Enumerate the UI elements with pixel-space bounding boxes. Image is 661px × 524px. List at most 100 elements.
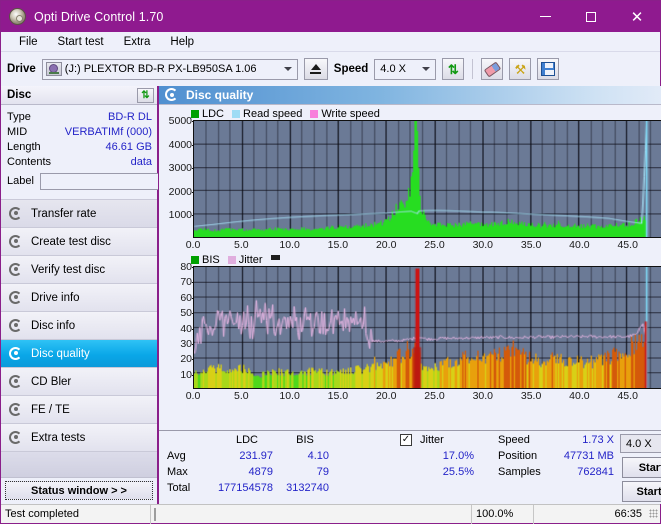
sidebar-item-label: Create test disc [31,235,111,248]
disc-label-key: Label [7,175,34,187]
x-tick-label: 25.0 [424,239,445,251]
chart2-plot[interactable] [193,266,661,389]
disc-refresh-button[interactable]: ⇅ [137,87,154,103]
sidebar-item-cd-bler[interactable]: CD Bler [1,368,157,396]
speed-select[interactable]: 4.0 X [374,58,437,80]
start-full-button[interactable]: Start full [622,457,661,478]
speed-label: Speed [333,63,369,75]
sidebar: Disc ⇅ Type BD-R DL MID VERBATIMf (000) … [1,86,241,504]
y-tick-label: 60 [180,291,196,304]
chart1-legend: LDC Read speed Write speed [161,107,661,120]
save-icon [541,62,556,76]
test-speed-select[interactable]: 4.0 X [620,434,661,453]
x-tick-label: 10.0 [279,390,300,402]
maximize-button[interactable] [568,1,614,32]
jitter-checkbox[interactable]: ✓ [400,433,412,446]
start-part-button[interactable]: Start part [622,481,661,502]
chart1-plot[interactable] [193,120,661,238]
stats-bis-avg: 4.10 [307,450,329,462]
status-text: Test completed [1,504,151,524]
disc-create-icon [9,234,23,249]
disc-panel-header: Disc ⇅ [1,86,157,105]
x-tick-label: 5.0 [233,239,249,251]
legend-label-read-speed: Read speed [243,107,303,120]
disc-row-type-value: BD-R DL [107,110,152,123]
y-tick-label: 3000 [168,162,197,175]
menu-start-test[interactable]: Start test [48,36,114,48]
x-tick-label: 15.0 [327,239,349,251]
close-button[interactable]: ✕ [614,1,660,32]
progress-cell [151,504,472,524]
window-controls: ✕ [522,1,660,32]
stats-ldc-max: 4879 [248,466,273,478]
samples-value: 762841 [577,466,614,478]
refresh-icon: ⇅ [447,61,459,77]
disc-row-type-key: Type [7,110,31,123]
eject-icon [310,64,321,71]
start-full-label: Start full [638,461,661,474]
legend-item-bis: BIS [191,254,220,266]
legend-swatch-jitter [227,255,236,264]
sidebar-item-verify-test-disc[interactable]: Verify test disc [1,256,157,284]
x-tick-label: 45.0 [617,239,638,251]
menu-file[interactable]: File [9,36,48,48]
disc-panel-title: Disc [7,89,32,101]
cd-bler-icon [9,374,23,389]
disc-row-mid: MID VERBATIMf (000) [7,124,152,139]
sidebar-item-extra-tests[interactable]: Extra tests [1,424,157,452]
page-title: Disc quality [186,88,254,102]
sidebar-item-drive-info[interactable]: Drive info [1,284,157,312]
sidebar-item-create-test-disc[interactable]: Create test disc [1,228,157,256]
erase-button[interactable] [481,58,504,80]
legend-label-bis: BIS [202,253,220,266]
sidebar-item-label: Disc quality [31,347,90,360]
save-button[interactable] [537,58,560,80]
app-window: Opti Drive Control 1.70 ✕ File Start tes… [0,0,661,524]
minimize-icon [539,15,551,18]
stats-ldc-total: 177154578 [217,482,273,494]
stats-panel: LDC BIS Avg Max Total 231.97 4879 177154… [159,430,661,504]
y-tick-label: 5000 [168,115,197,127]
sidebar-item-label: Disc info [31,319,76,332]
disc-row-contents: Contents data [7,154,152,169]
eject-button[interactable] [303,58,328,80]
stats-row-label-avg: Avg [167,450,186,462]
y-tick-label: 70 [180,276,196,289]
disc-row-mid-value: VERBATIMf (000) [64,125,152,138]
legend-label-write-speed: Write speed [321,107,380,120]
test-speed-value: 4.0 X [626,437,652,450]
eraser-icon [483,61,502,77]
tools-button[interactable]: ⚒ [509,58,532,80]
disc-row-length-value: 46.61 GB [105,140,152,153]
sidebar-item-disc-info[interactable]: Disc info [1,312,157,340]
chevron-down-icon [422,67,431,71]
sidebar-item-fe-te[interactable]: FE / TE [1,396,157,424]
sidebar-nav: Transfer rate Create test disc Verify te… [1,199,157,452]
disc-row-mid-key: MID [7,125,28,138]
refresh-button[interactable]: ⇅ [442,58,465,80]
stats-grid: LDC BIS Avg Max Total 231.97 4879 177154… [163,433,378,502]
menu-start-test-label: Start test [57,35,104,48]
y-tick-label: 2000 [168,185,197,198]
stats-header-ldc: LDC [235,434,258,446]
x-tick-label: 20.0 [375,390,397,402]
legend-label-ldc: LDC [202,107,225,120]
sidebar-item-label: Drive info [31,291,80,304]
sidebar-item-transfer-rate[interactable]: Transfer rate [1,200,157,228]
legend-item-extra [270,255,283,260]
drive-select[interactable]: (J:) PLEXTOR BD-R PX-LB950SA 1.06 [41,58,298,80]
legend-item-write-speed: Write speed [310,108,380,120]
status-window-button[interactable]: Status window > > [5,481,153,500]
disc-row-length-key: Length [7,140,41,153]
drive-toolbar: Drive (J:) PLEXTOR BD-R PX-LB950SA 1.06 … [1,52,660,86]
y-tick-label: 4000 [168,138,197,151]
disc-info-icon [9,318,23,333]
sidebar-item-disc-quality[interactable]: Disc quality [1,340,157,368]
chart2-wrap: 1020304050607080 8%16%24%32%40% [161,261,661,389]
resize-grip[interactable] [646,508,660,520]
menu-extra[interactable]: Extra [114,36,161,48]
sidebar-item-label: Extra tests [31,431,86,444]
menu-help[interactable]: Help [160,36,204,48]
disc-row-type: Type BD-R DL [7,109,152,124]
minimize-button[interactable] [522,1,568,32]
